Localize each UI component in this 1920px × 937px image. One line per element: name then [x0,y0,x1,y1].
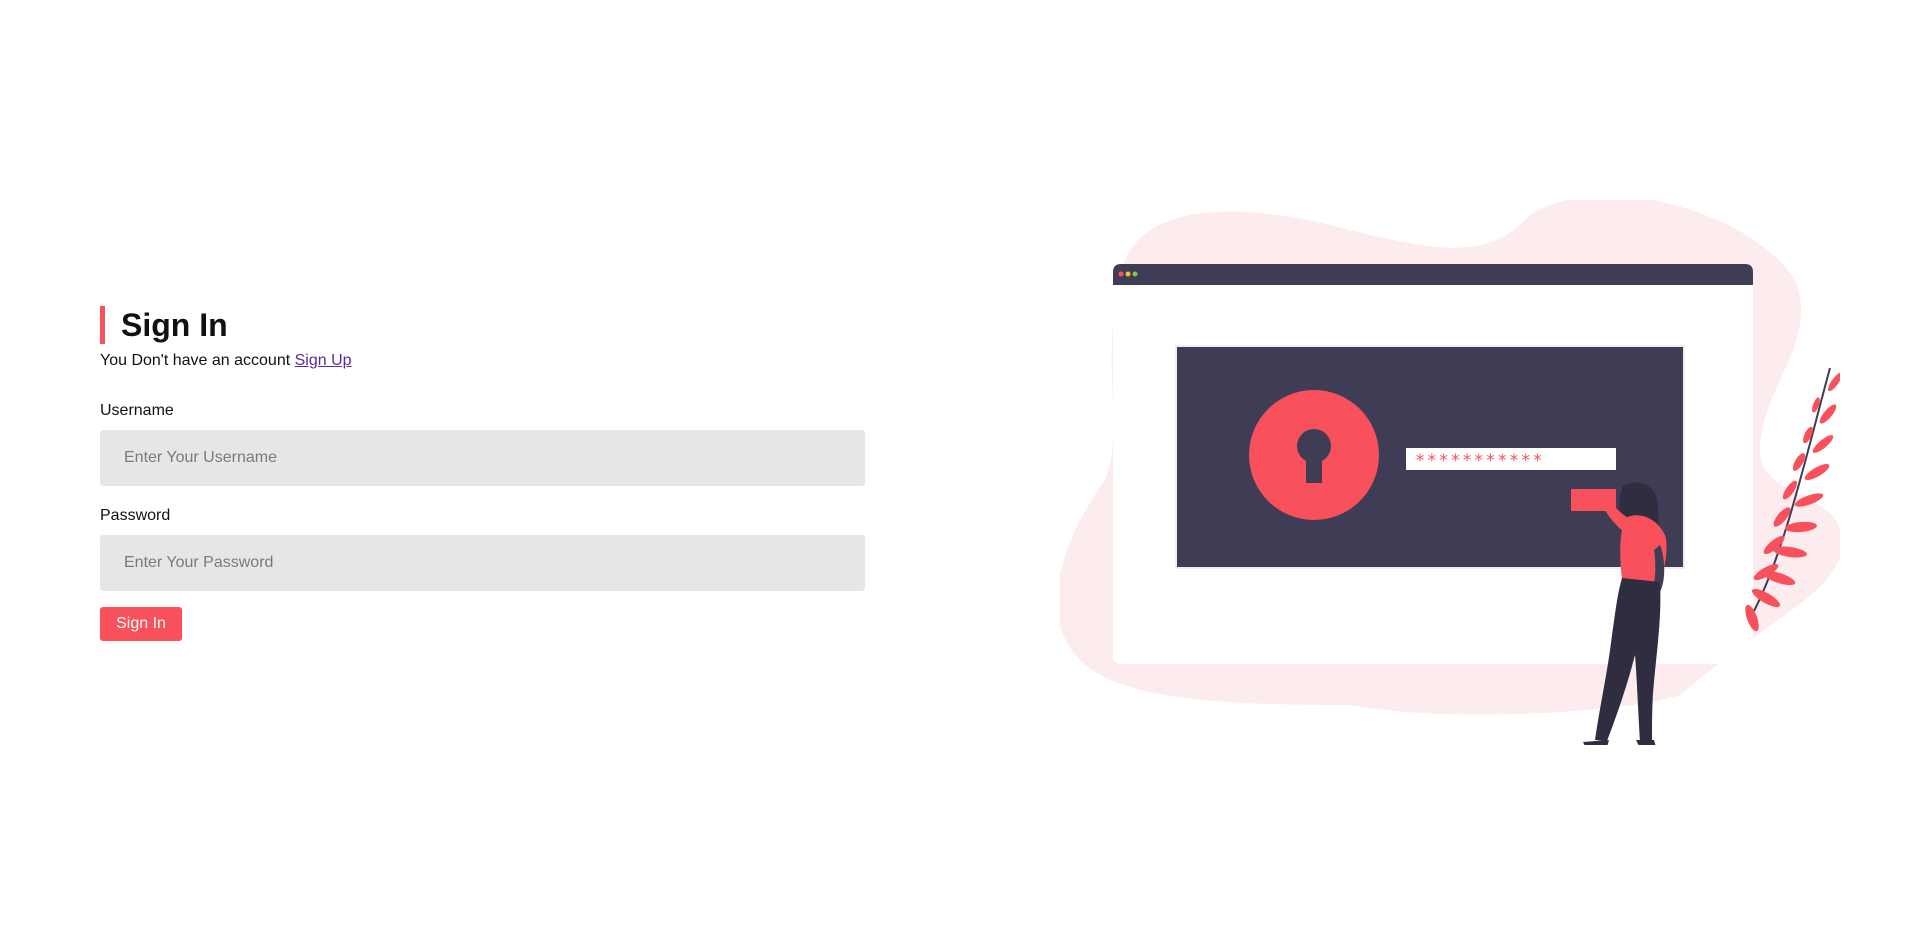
signup-prompt: You Don't have an account Sign Up [100,350,865,372]
title-accent-bar [100,306,105,344]
password-mask-text: *********** [1415,451,1544,471]
window-dot-green-icon [1132,271,1138,277]
signin-form: Sign In You Don't have an account Sign U… [100,306,865,641]
browser-titlebar [1113,264,1753,285]
secure-login-illustration: *********** [1060,200,1840,745]
password-input[interactable] [100,535,865,591]
username-label: Username [100,402,174,419]
title-row: Sign In [100,306,865,344]
no-account-text: You Don't have an account [100,352,291,369]
signin-page: Sign In You Don't have an account Sign U… [0,0,1920,937]
window-dot-yellow-icon [1125,271,1131,277]
window-dot-red-icon [1118,271,1124,277]
signin-button[interactable]: Sign In [100,607,182,641]
password-label: Password [100,507,171,524]
person-right-shoe [1636,740,1656,745]
person-left-shoe [1583,740,1609,745]
lock-panel: *********** [1175,345,1685,569]
username-input[interactable] [100,430,865,486]
signup-link[interactable]: Sign Up [295,352,352,369]
page-title: Sign In [121,307,228,343]
